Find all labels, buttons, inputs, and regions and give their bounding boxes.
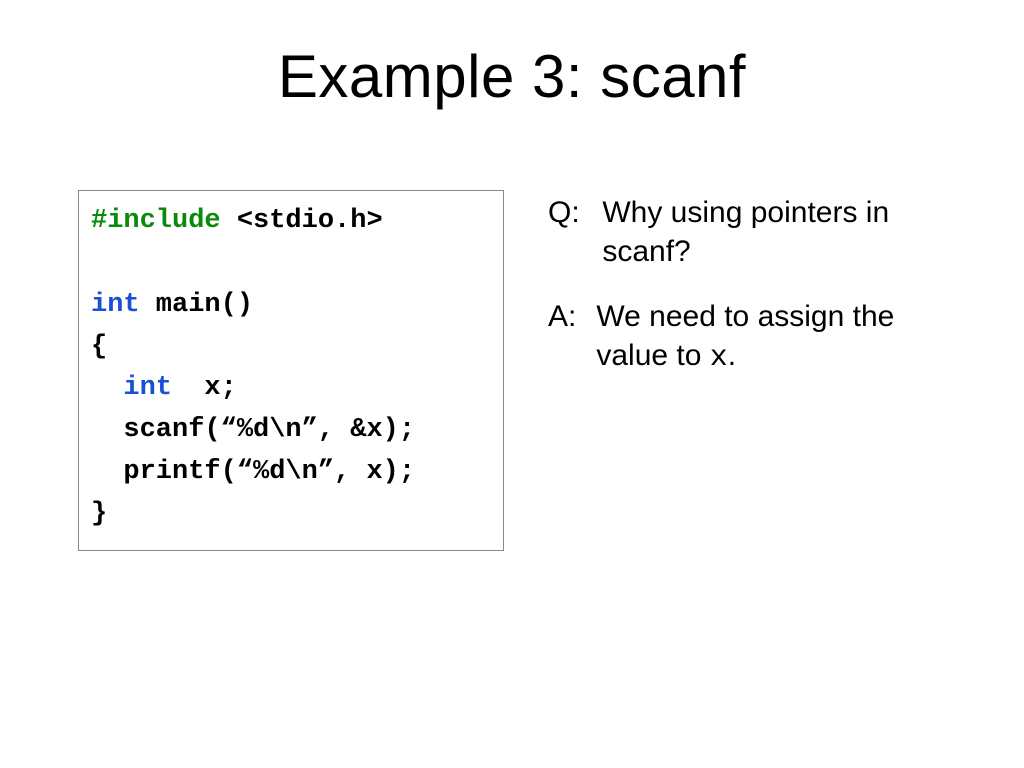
code-text: {	[91, 332, 107, 362]
slide-title: Example 3: scanf	[0, 42, 1024, 111]
code-type-int: int	[123, 373, 172, 403]
code-text: printf(“%d\n”, x);	[91, 457, 415, 487]
answer-text-pre: We need to assign the value to	[596, 300, 894, 372]
code-type-int: int	[91, 290, 140, 320]
code-text: <stdio.h>	[221, 206, 383, 236]
question-text: Why using pointers in scanf?	[602, 193, 942, 271]
code-keyword-include: #include	[91, 206, 221, 236]
answer: A: We need to assign the value to x.	[548, 297, 948, 378]
answer-text-post: .	[728, 339, 736, 372]
qa-block: Q: Why using pointers in scanf? A: We ne…	[548, 193, 948, 378]
code-text: main()	[140, 290, 253, 320]
code-text: scanf(“%d\n”, &x);	[91, 415, 415, 445]
code-text: }	[91, 499, 107, 529]
code-block: #include <stdio.h> int main() { int x; s…	[78, 190, 504, 551]
question-label: Q:	[548, 193, 594, 232]
answer-text: We need to assign the value to x.	[596, 297, 946, 378]
question: Q: Why using pointers in scanf?	[548, 193, 948, 271]
answer-label: A:	[548, 297, 588, 336]
slide: Example 3: scanf #include <stdio.h> int …	[0, 0, 1024, 768]
answer-text-x: x	[710, 341, 728, 375]
code-text: x;	[172, 373, 237, 403]
